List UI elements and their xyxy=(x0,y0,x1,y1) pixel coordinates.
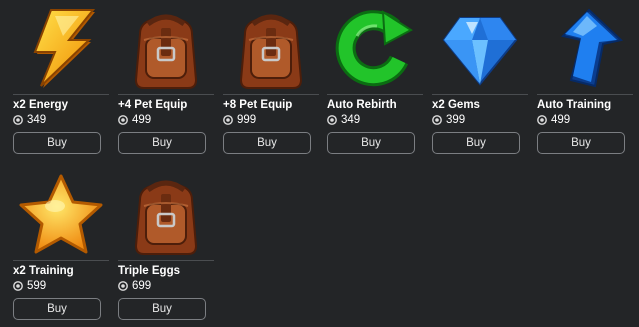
robux-icon xyxy=(118,281,128,291)
robux-icon xyxy=(13,281,23,291)
buy-button[interactable]: Buy xyxy=(223,132,311,154)
lightning-icon xyxy=(13,4,109,94)
item-card-x2-training[interactable]: x2 Training 599 Buy xyxy=(13,170,109,320)
item-price: 499 xyxy=(537,113,633,127)
item-card-x2-gems[interactable]: x2 Gems 399 Buy xyxy=(432,4,528,154)
buy-button[interactable]: Buy xyxy=(13,132,101,154)
item-name: Auto Training xyxy=(537,99,612,111)
item-price: 349 xyxy=(327,113,423,127)
item-name: x2 Training xyxy=(13,265,74,277)
backpack-icon xyxy=(223,4,319,94)
star-icon xyxy=(13,170,109,260)
robux-icon xyxy=(223,115,233,125)
item-name: Triple Eggs xyxy=(118,265,180,277)
item-card-auto-training[interactable]: Auto Training 499 Buy xyxy=(537,4,633,154)
gem-icon xyxy=(432,4,528,94)
buy-button[interactable]: Buy xyxy=(118,132,206,154)
item-card-4-pet-equip[interactable]: +4 Pet Equip 499 Buy xyxy=(118,4,214,154)
item-name: x2 Energy xyxy=(13,99,68,111)
item-name: x2 Gems xyxy=(432,99,480,111)
buy-button[interactable]: Buy xyxy=(537,132,625,154)
backpack-icon xyxy=(118,170,214,260)
item-price-value: 699 xyxy=(132,280,152,292)
item-price-value: 349 xyxy=(341,114,361,126)
item-card-x2-energy[interactable]: x2 Energy 349 Buy xyxy=(13,4,109,154)
item-name: +4 Pet Equip xyxy=(118,99,188,111)
robux-icon xyxy=(118,115,128,125)
item-card-triple-eggs[interactable]: Triple Eggs 699 Buy xyxy=(118,170,214,320)
item-divider xyxy=(118,260,214,261)
item-divider xyxy=(327,94,423,95)
item-price-value: 349 xyxy=(27,114,47,126)
item-name: Auto Rebirth xyxy=(327,99,397,111)
item-divider xyxy=(13,94,109,95)
item-price: 699 xyxy=(118,279,214,293)
gamepass-grid: x2 Energy 349 Buy +4 Pet Equip 499 Buy +… xyxy=(0,0,639,327)
buy-button[interactable]: Buy xyxy=(327,132,415,154)
item-card-auto-rebirth[interactable]: Auto Rebirth 349 Buy xyxy=(327,4,423,154)
item-price: 499 xyxy=(118,113,214,127)
item-price-value: 499 xyxy=(132,114,152,126)
item-card-8-pet-equip[interactable]: +8 Pet Equip 999 Buy xyxy=(223,4,319,154)
item-divider xyxy=(537,94,633,95)
item-divider xyxy=(13,260,109,261)
item-price-value: 999 xyxy=(237,114,257,126)
rebirth-arrow-icon xyxy=(327,4,423,94)
item-price-value: 599 xyxy=(27,280,47,292)
item-divider xyxy=(118,94,214,95)
backpack-icon xyxy=(118,4,214,94)
buy-button[interactable]: Buy xyxy=(13,298,101,320)
buy-button[interactable]: Buy xyxy=(118,298,206,320)
item-divider xyxy=(432,94,528,95)
item-price: 399 xyxy=(432,113,528,127)
robux-icon xyxy=(537,115,547,125)
item-name: +8 Pet Equip xyxy=(223,99,293,111)
item-price-value: 399 xyxy=(446,114,466,126)
item-price: 599 xyxy=(13,279,109,293)
item-price: 349 xyxy=(13,113,109,127)
robux-icon xyxy=(327,115,337,125)
up-arrow-icon xyxy=(537,4,633,94)
item-price-value: 499 xyxy=(551,114,571,126)
item-divider xyxy=(223,94,319,95)
item-price: 999 xyxy=(223,113,319,127)
buy-button[interactable]: Buy xyxy=(432,132,520,154)
robux-icon xyxy=(432,115,442,125)
robux-icon xyxy=(13,115,23,125)
